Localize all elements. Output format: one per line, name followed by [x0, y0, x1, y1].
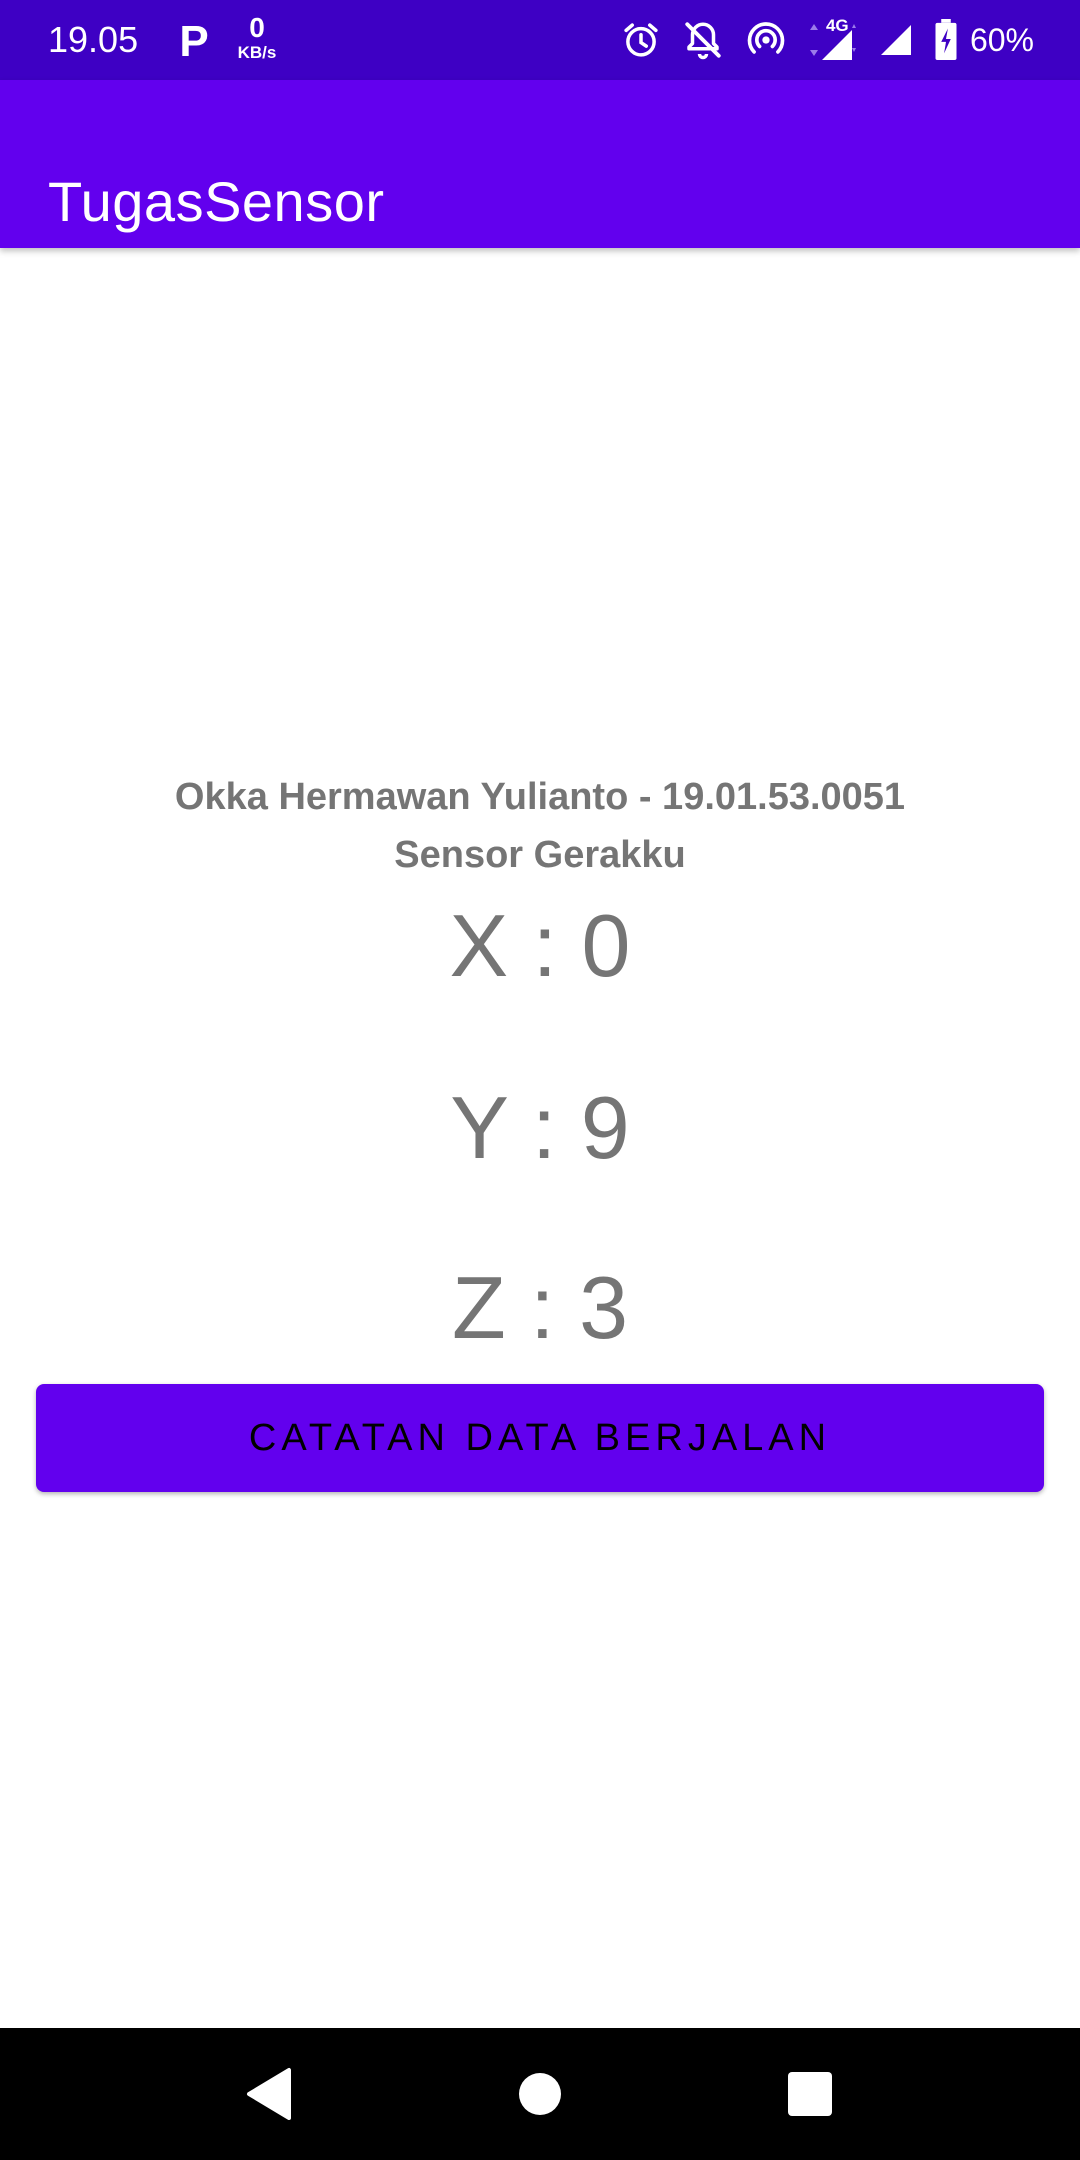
- signal-icon: [880, 25, 911, 55]
- recents-button[interactable]: [770, 2058, 850, 2130]
- y-axis-reading: Y : 9: [450, 1078, 630, 1177]
- notifications-off-icon: [685, 22, 721, 60]
- z-axis-reading: Z : 3: [451, 1258, 629, 1357]
- data-rate-unit: KB/s: [237, 43, 277, 62]
- back-icon: [247, 2068, 291, 2120]
- student-info-text: Okka Hermawan Yulianto - 19.01.53.0051: [174, 776, 906, 818]
- data-rate-value: 0: [249, 12, 265, 43]
- home-button[interactable]: [500, 2058, 580, 2130]
- data-log-button[interactable]: CATATAN DATA BERJALAN: [36, 1384, 1044, 1492]
- navigation-bar: [0, 2028, 1080, 2160]
- data-rate-indicator: 0 KB/s: [234, 12, 280, 62]
- main-content: Okka Hermawan Yulianto - 19.01.53.0051 S…: [0, 248, 1080, 2028]
- home-icon: [519, 2073, 561, 2115]
- back-button[interactable]: [228, 2058, 308, 2130]
- alarm-icon: [624, 23, 658, 57]
- signal-4g-icon: 4G: [808, 14, 858, 66]
- app-bar: TugasSensor: [0, 80, 1080, 248]
- parking-app-icon: P: [179, 17, 208, 64]
- status-bar: 19.05 P 0 KB/s 4G 60%: [0, 0, 1080, 80]
- status-time: 19.05: [48, 19, 139, 60]
- sensor-title: Sensor Gerakku: [394, 834, 686, 876]
- parking-app-letter: P: [179, 17, 208, 64]
- battery-percent: 60%: [969, 22, 1034, 58]
- network-type-label: 4G: [825, 16, 849, 35]
- x-axis-reading: X : 0: [449, 896, 631, 995]
- app-title: TugasSensor: [48, 169, 385, 233]
- status-icons: 4G 60%: [620, 14, 1034, 66]
- recents-icon: [788, 2072, 832, 2116]
- hotspot-icon: [747, 22, 785, 54]
- battery-charging-icon: [935, 19, 957, 61]
